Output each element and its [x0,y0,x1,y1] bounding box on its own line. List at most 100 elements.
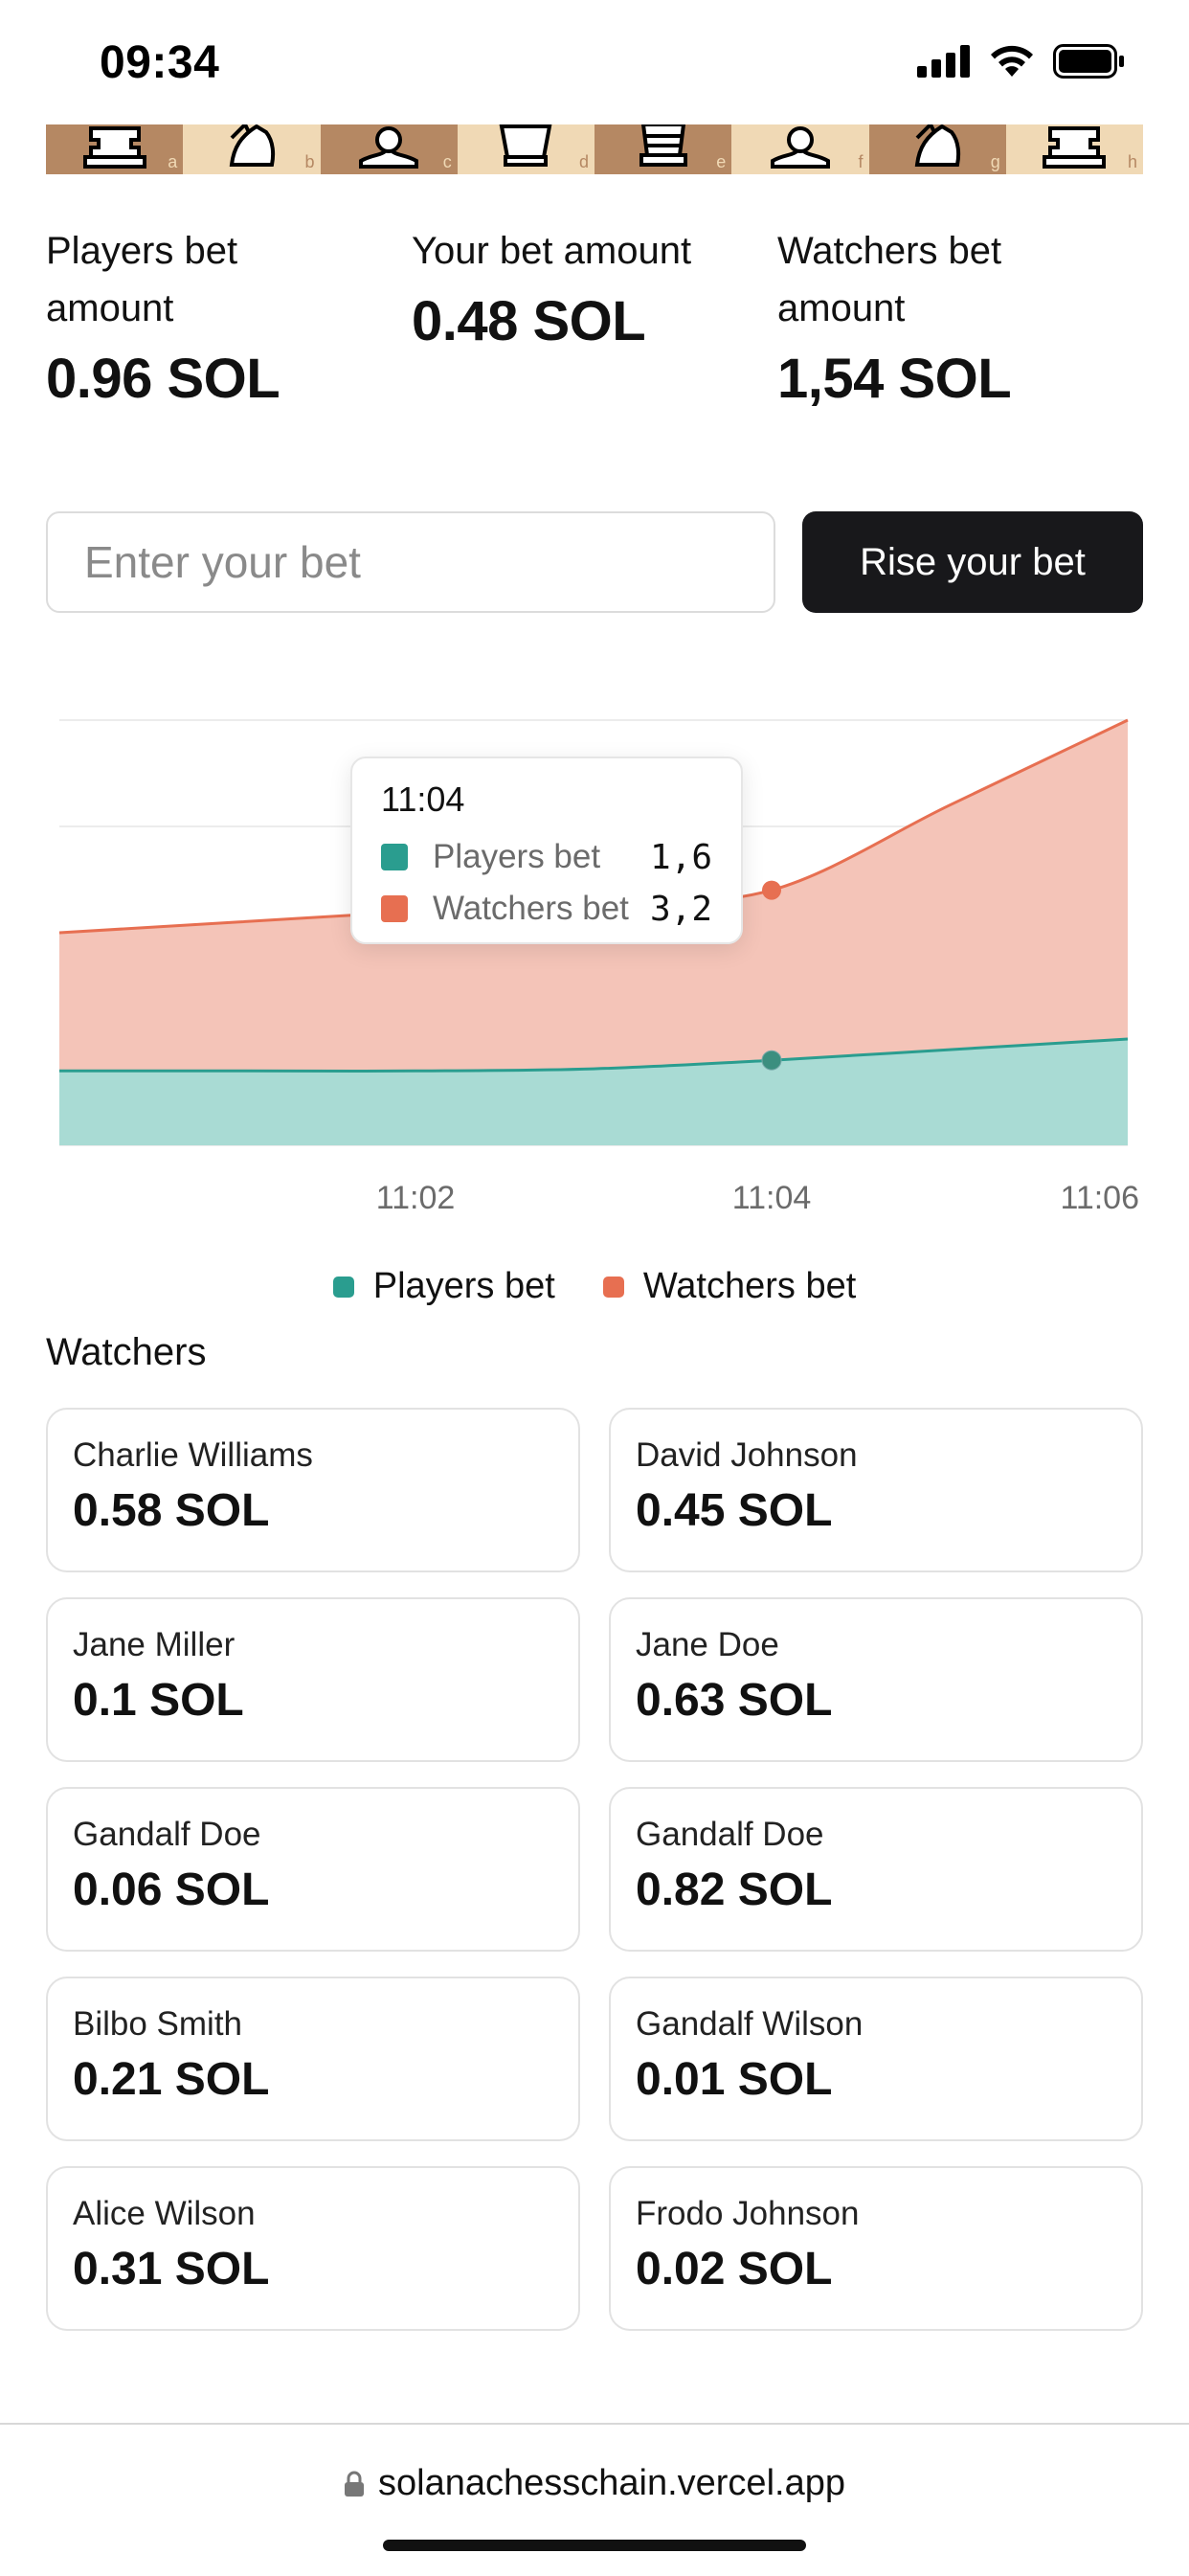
watcher-amount: 0.21 SOL [73,2054,270,2105]
bishop-icon[interactable] [355,124,422,170]
watcher-name: Frodo Johnson [636,2195,860,2232]
watcher-card[interactable]: Bilbo Smith 0.21 SOL [46,1977,580,2141]
board-square-d1[interactable]: d [457,124,594,174]
watcher-name: Gandalf Doe [636,1816,824,1853]
tooltip-series-name: Watchers bet [433,890,629,927]
board-square-f1[interactable]: f [731,124,869,174]
watchers-bet-stat: Watchers bet amount 1,54 SOL [777,222,1143,411]
wifi-icon [991,45,1033,77]
stat-label: Your bet amount [412,230,692,272]
watcher-amount: 0.06 SOL [73,1864,270,1915]
status-time: 09:34 [100,37,220,88]
battery-icon [1053,44,1124,79]
legend-item-players[interactable]: Players bet [332,1266,555,1307]
lock-icon [345,2471,364,2497]
watcher-name: Alice Wilson [73,2195,256,2232]
file-label: a [168,152,178,171]
status-bar: 09:34 [0,0,1189,124]
file-label: e [716,152,727,171]
watcher-amount: 0.63 SOL [636,1675,833,1726]
your-bet-stat: Your bet amount 0.48 SOL [412,222,777,411]
x-tick-label: 11:04 [732,1180,812,1216]
watcher-amount: 0.02 SOL [636,2244,833,2294]
tooltip-series-name: Players bet [433,838,601,875]
file-label: f [858,152,864,171]
watcher-card[interactable]: Gandalf Doe 0.82 SOL [609,1787,1143,1952]
file-label: c [442,152,452,171]
knight-icon[interactable] [218,124,285,170]
url-display[interactable]: solanachesschain.vercel.app [0,2463,1189,2504]
bet-input[interactable] [46,511,775,613]
tooltip-series-value: 1,6 [649,837,712,877]
chart-legend: Players bet Watchers bet [0,1266,1189,1307]
watchers-active-point [762,880,781,900]
watcher-card[interactable]: Jane Doe 0.63 SOL [609,1597,1143,1762]
players-bet-stat: Players bet amount 0.96 SOL [46,222,412,411]
watcher-name: Gandalf Doe [73,1816,261,1853]
file-label: g [990,152,1000,171]
watcher-card[interactable]: Charlie Williams 0.58 SOL [46,1408,580,1572]
players-active-point [761,1050,782,1071]
watchers-swatch [381,895,408,922]
x-tick-label: 11:02 [376,1180,456,1216]
x-tick-label: 11:06 [1060,1180,1139,1216]
watcher-name: Bilbo Smith [73,2005,243,2043]
chart-tooltip: 11:04 Players bet 1,6 Watchers bet 3,2 [350,757,743,944]
rook-icon[interactable] [1041,124,1108,170]
watchers-grid: Charlie Williams 0.58 SOL David Johnson … [46,1408,1143,2331]
knight-icon[interactable] [904,124,971,170]
watcher-card[interactable]: David Johnson 0.45 SOL [609,1408,1143,1572]
king-icon[interactable] [630,124,697,170]
status-icons [917,44,1126,79]
tooltip-row-players: Players bet 1,6 [381,831,712,883]
players-legend-dot [332,1276,354,1298]
board-square-g1[interactable]: g [868,124,1006,174]
bishop-icon[interactable] [767,124,834,170]
watcher-amount: 0.58 SOL [73,1485,270,1536]
watcher-name: David Johnson [636,1436,858,1474]
watcher-card[interactable]: Gandalf Doe 0.06 SOL [46,1787,580,1952]
players-swatch [381,844,408,870]
url-text: solanachesschain.vercel.app [378,2463,845,2503]
tooltip-series-value: 3,2 [649,889,712,929]
stat-label: Players bet amount [46,230,238,329]
home-indicator[interactable] [383,2540,806,2551]
file-label: b [304,152,315,171]
stat-value: 0.48 SOL [412,290,646,352]
watcher-amount: 0.31 SOL [73,2244,270,2294]
stat-label: Watchers bet amount [777,230,1002,329]
legend-item-watchers[interactable]: Watchers bet [602,1266,857,1307]
browser-url-bar[interactable]: solanachesschain.vercel.app [0,2423,1189,2576]
legend-label: Watchers bet [642,1266,857,1306]
watcher-name: Charlie Williams [73,1436,313,1474]
watcher-card[interactable]: Alice Wilson 0.31 SOL [46,2166,580,2331]
signal-icon [917,45,970,78]
watcher-card[interactable]: Gandalf Wilson 0.01 SOL [609,1977,1143,2141]
watchers-legend-dot [602,1276,624,1298]
board-square-a1[interactable]: a [46,124,184,174]
file-label: h [1127,152,1137,171]
board-square-h1[interactable]: h [1005,124,1143,174]
watchers-heading: Watchers [46,1331,207,1373]
tooltip-time: 11:04 [381,780,465,819]
legend-label: Players bet [372,1266,555,1306]
file-label: d [578,152,589,171]
watcher-name: Jane Doe [636,1626,779,1663]
board-square-c1[interactable]: c [320,124,458,174]
queen-icon[interactable] [492,124,559,170]
watcher-amount: 0.82 SOL [636,1864,833,1915]
watcher-amount: 0.1 SOL [73,1675,244,1726]
stat-value: 1,54 SOL [777,348,1012,410]
board-square-e1[interactable]: e [594,124,732,174]
bet-stats: Players bet amount 0.96 SOL Your bet amo… [46,222,1143,411]
stat-value: 0.96 SOL [46,348,280,410]
tooltip-row-watchers: Watchers bet 3,2 [381,883,712,935]
watcher-name: Jane Miller [73,1626,236,1663]
chessboard-bottom-rank[interactable]: a b c d e f g h [46,124,1143,174]
rook-icon[interactable] [81,124,148,170]
rise-bet-button[interactable]: Rise your bet [802,511,1143,613]
watcher-card[interactable]: Frodo Johnson 0.02 SOL [609,2166,1143,2331]
board-square-b1[interactable]: b [183,124,321,174]
watcher-name: Gandalf Wilson [636,2005,864,2043]
watcher-card[interactable]: Jane Miller 0.1 SOL [46,1597,580,1762]
